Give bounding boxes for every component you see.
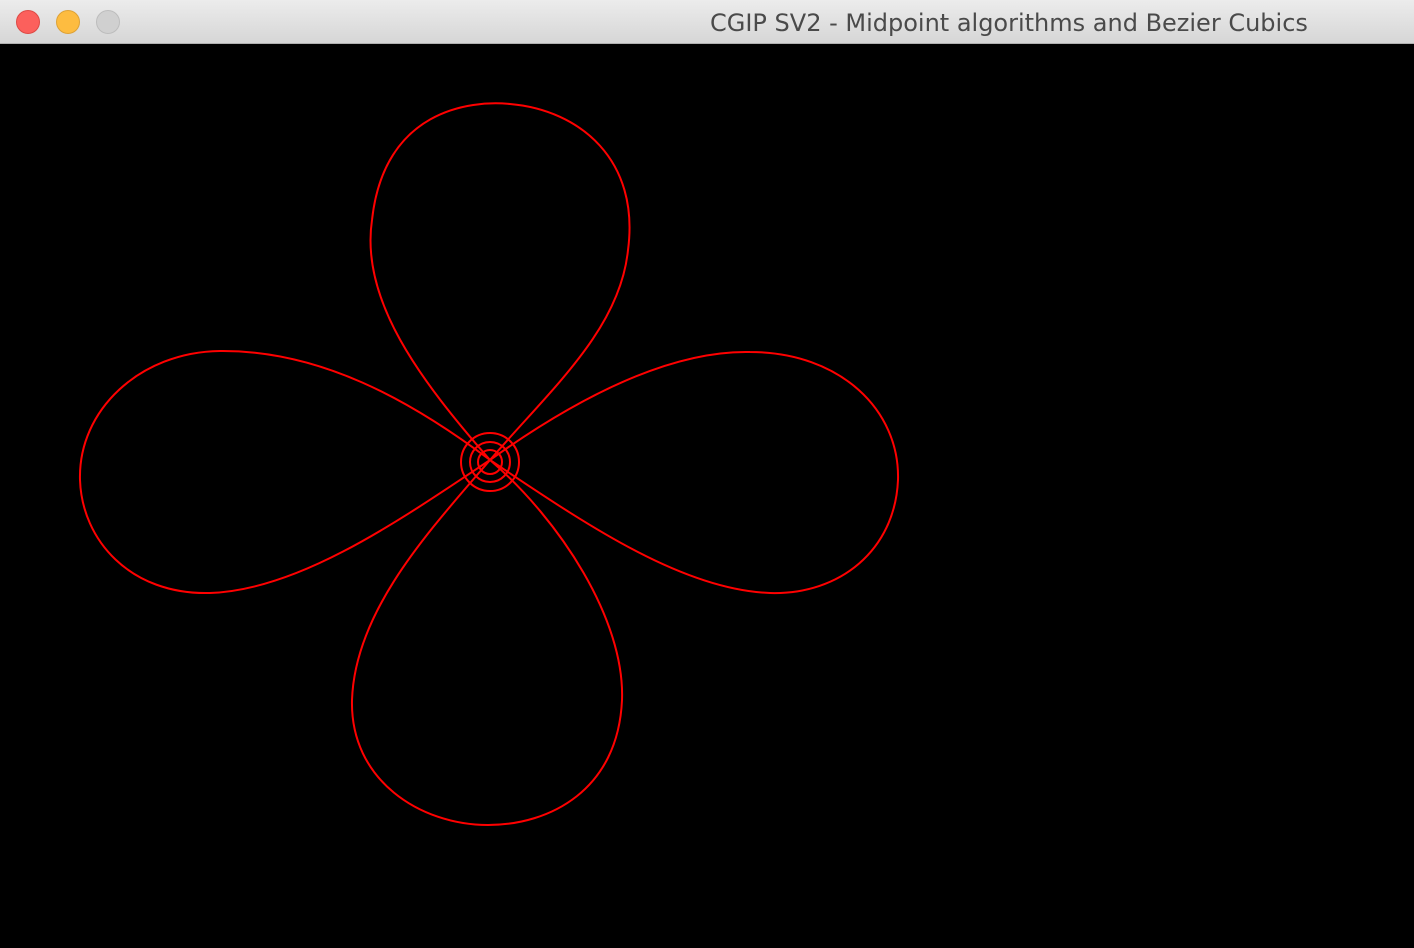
title-bar[interactable]: CGIP SV2 - Midpoint algorithms and Bezie…	[0, 0, 1414, 44]
drawing-svg	[78, 102, 900, 827]
bezier-petal-left	[78, 349, 492, 595]
window-title: CGIP SV2 - Midpoint algorithms and Bezie…	[710, 9, 1308, 37]
midpoint-circle-inner	[477, 449, 503, 475]
midpoint-circle-middle	[469, 441, 511, 483]
minimize-button[interactable]	[56, 10, 80, 34]
app-window: CGIP SV2 - Midpoint algorithms and Bezie…	[0, 0, 1414, 948]
zoom-button[interactable]	[96, 10, 120, 34]
drawing-canvas[interactable]	[0, 44, 1414, 948]
close-button[interactable]	[16, 10, 40, 34]
bezier-petal-bottom	[350, 458, 624, 827]
bezier-petal-right	[488, 350, 900, 595]
